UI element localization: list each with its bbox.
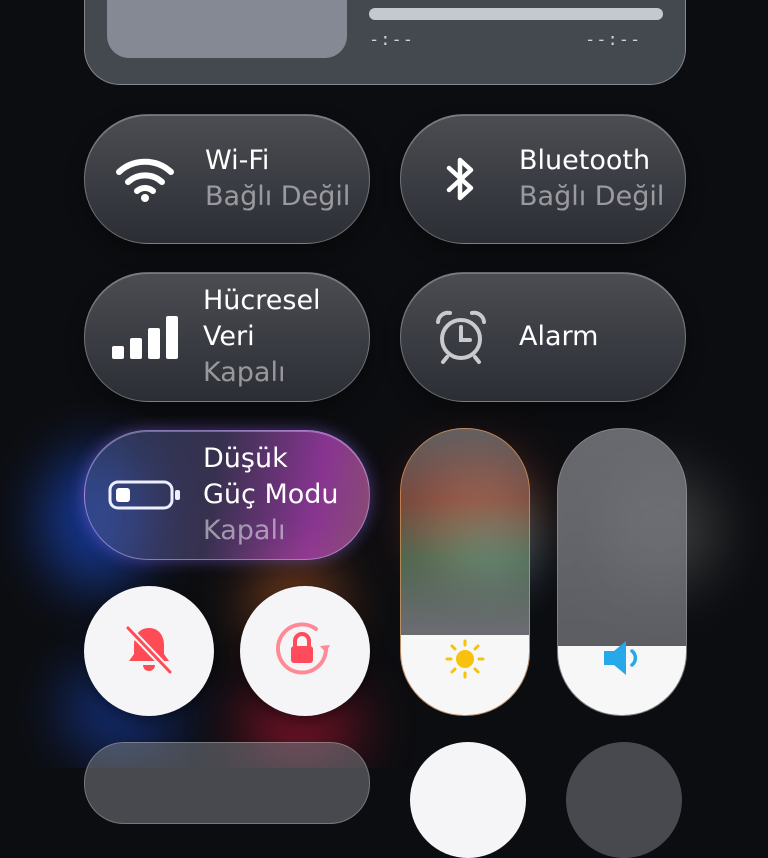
next-row-round-button[interactable]: [410, 742, 526, 858]
volume-slider[interactable]: [557, 428, 687, 716]
low-power-mode-tile[interactable]: Düşük Güç Modu Kapalı: [84, 430, 370, 560]
rotation-lock-button[interactable]: [240, 586, 370, 716]
playback-progress-bar[interactable]: [369, 8, 663, 20]
bluetooth-title: Bluetooth: [519, 145, 651, 176]
alarm-title: Alarm: [519, 321, 599, 352]
next-row-round-button-2[interactable]: [566, 742, 682, 858]
brightness-slider[interactable]: [400, 428, 530, 716]
bluetooth-icon: [421, 154, 501, 204]
wifi-status: Bağlı Değil: [205, 181, 351, 212]
now-playing-card[interactable]: -:-- --:--: [84, 0, 686, 85]
low-power-status: Kapalı: [203, 515, 286, 546]
bell-slash-icon: [120, 620, 178, 682]
silent-mode-button[interactable]: [84, 586, 214, 716]
wifi-title: Wi-Fi: [205, 145, 270, 176]
cellular-title-line2: Veri: [203, 321, 255, 352]
sun-icon: [401, 639, 529, 679]
low-power-title-line1: Düşük: [203, 443, 288, 474]
alarm-tile[interactable]: Alarm: [400, 272, 686, 402]
cellular-status: Kapalı: [203, 357, 286, 388]
wifi-icon: [105, 154, 185, 204]
bluetooth-tile[interactable]: Bluetooth Bağlı Değil: [400, 114, 686, 244]
cellular-data-tile[interactable]: Hücresel Veri Kapalı: [84, 272, 370, 402]
speaker-icon: [558, 637, 686, 679]
battery-low-icon: [105, 478, 185, 512]
cellular-title-line1: Hücresel: [203, 285, 321, 316]
next-row-tile[interactable]: [84, 742, 370, 824]
wifi-tile[interactable]: Wi-Fi Bağlı Değil: [84, 114, 370, 244]
alarm-clock-icon: [421, 308, 501, 366]
elapsed-time: -:--: [369, 30, 414, 50]
cellular-signal-icon: [105, 314, 185, 360]
low-power-title-line2: Güç Modu: [203, 479, 339, 510]
remaining-time: --:--: [585, 30, 642, 50]
album-art: [107, 0, 347, 58]
rotation-lock-icon: [268, 619, 342, 683]
bluetooth-status: Bağlı Değil: [519, 181, 665, 212]
